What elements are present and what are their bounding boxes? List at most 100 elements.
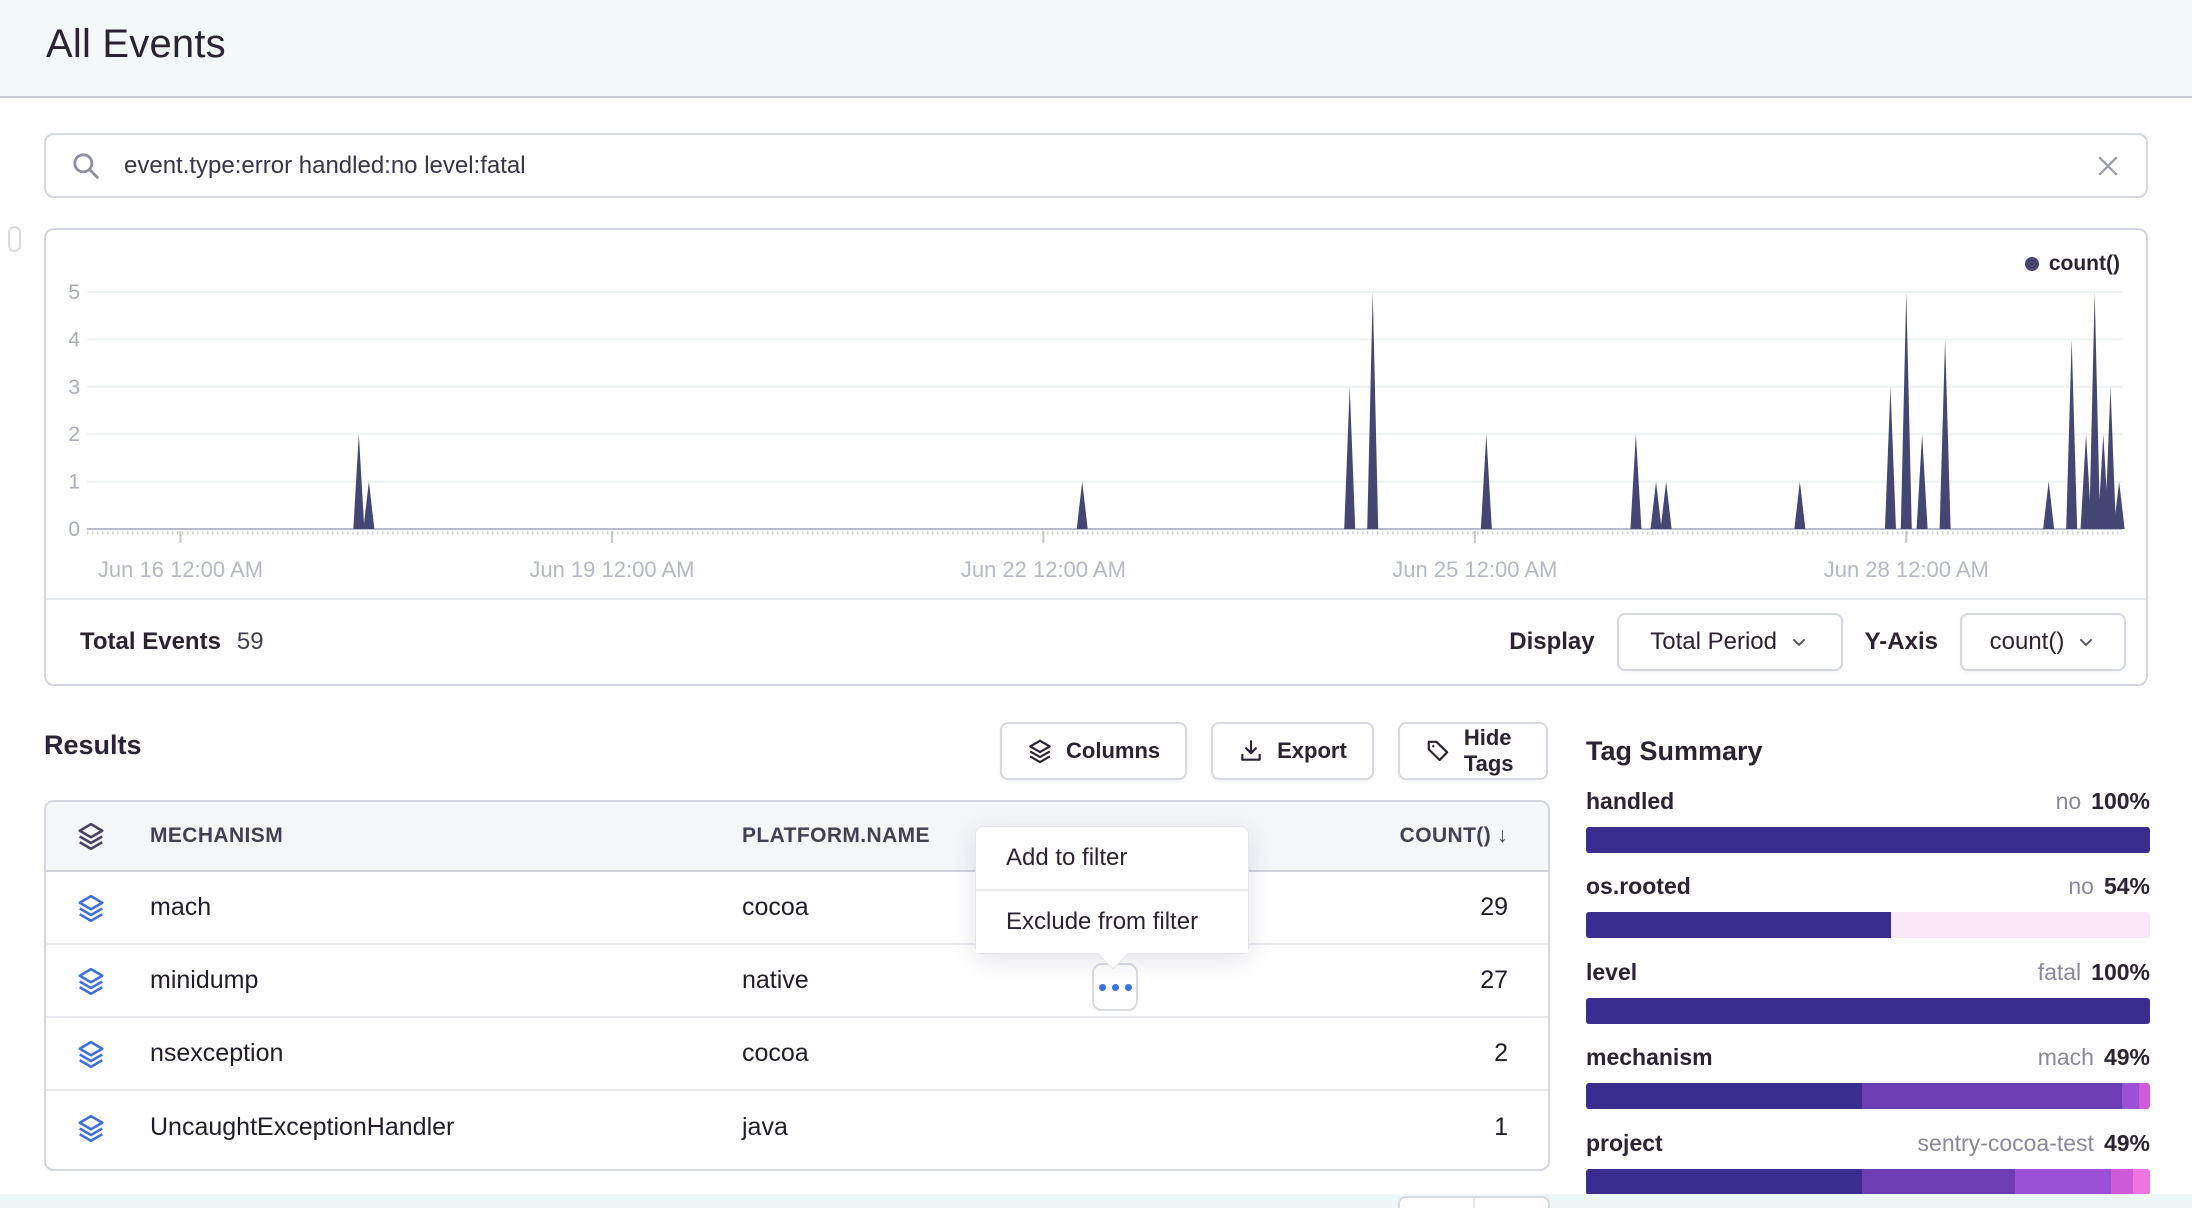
cell-mechanism[interactable]: nsexception <box>150 1039 742 1068</box>
tag-label-row: os.rooted no 54% <box>1586 873 2150 900</box>
search-bar[interactable]: event.type:error handled:no level:fatal <box>44 133 2148 198</box>
display-select[interactable]: Total Period <box>1617 613 1843 671</box>
table-row: nsexception cocoa 2 <box>46 1018 1548 1091</box>
tag-bar-segment[interactable] <box>2015 1169 2111 1195</box>
tag-summary-entry: os.rooted no 54% <box>1586 873 2150 938</box>
row-stack-icon <box>46 1113 150 1143</box>
table-row: mach cocoa 29 <box>46 872 1548 945</box>
table-row: UncaughtExceptionHandler java 1 <box>46 1091 1548 1164</box>
stack-icon <box>46 821 150 851</box>
columns-button[interactable]: Columns <box>1000 722 1187 780</box>
tag-bar-segment[interactable] <box>1586 912 1891 938</box>
cell-platform[interactable]: java <box>742 1113 1102 1142</box>
results-heading: Results <box>44 730 142 761</box>
chevron-down-icon <box>2076 632 2096 652</box>
display-select-value: Total Period <box>1650 628 1777 656</box>
results-toolbar: Columns Export Hide Tags <box>1000 722 1548 780</box>
yaxis-select-value: count() <box>1990 628 2065 656</box>
tag-distribution-bar <box>1586 1169 2150 1195</box>
download-icon <box>1238 738 1264 764</box>
display-label: Display <box>1509 628 1594 656</box>
y-axis-tick-label: 4 <box>68 328 80 351</box>
chart-controls: Display Total Period Y-Axis count() <box>1509 613 2126 671</box>
tag-bar-remainder[interactable] <box>1891 912 2150 938</box>
cell-mechanism[interactable]: mach <box>150 893 742 922</box>
tag-bar-segment[interactable] <box>1862 1169 2014 1195</box>
chevron-down-icon <box>1789 632 1809 652</box>
event-count-spike <box>1367 292 1378 529</box>
tag-label-row: mechanism mach 49% <box>1586 1044 2150 1071</box>
pagination-buttons[interactable] <box>1398 1196 1550 1208</box>
stack-icon <box>76 1113 106 1143</box>
tag-top-value-group: no 100% <box>2056 788 2150 815</box>
results-table: MECHANISM PLATFORM.NAME COUNT()↓ mach co… <box>44 800 1550 1171</box>
panel-drag-handle[interactable] <box>8 226 21 252</box>
tag-bar-segment[interactable] <box>2133 1169 2150 1195</box>
x-axis-tick-label: Jun 28 12:00 AM <box>1824 557 1989 582</box>
x-axis-tick-label: Jun 16 12:00 AM <box>98 557 263 582</box>
page-bottom-strip <box>0 1194 2192 1208</box>
cell-actions-button[interactable] <box>1092 963 1138 1011</box>
total-events-label: Total Events <box>80 628 221 656</box>
export-button[interactable]: Export <box>1211 722 1374 780</box>
cell-mechanism[interactable]: minidump <box>150 966 742 995</box>
tag-bar-segment[interactable] <box>1586 827 2150 853</box>
yaxis-select[interactable]: count() <box>1960 613 2126 671</box>
cell-platform[interactable]: cocoa <box>742 1039 1102 1068</box>
cell-count[interactable]: 27 <box>1102 966 1548 995</box>
stack-icon <box>76 966 106 996</box>
tag-top-value-group: mach 49% <box>2038 1044 2150 1071</box>
event-count-spike <box>2114 482 2125 529</box>
event-count-spike <box>363 482 374 529</box>
tag-bar-segment[interactable] <box>2111 1169 2134 1195</box>
layers-icon <box>1027 738 1053 764</box>
previous-page-button[interactable] <box>1400 1198 1475 1208</box>
tag-bar-segment[interactable] <box>1862 1083 2121 1109</box>
tag-summary-heading: Tag Summary <box>1586 736 1763 767</box>
x-axis-tick-label: Jun 19 12:00 AM <box>529 557 694 582</box>
y-axis-tick-label: 0 <box>68 518 80 541</box>
cell-context-menu: Add to filter Exclude from filter <box>975 826 1249 954</box>
tag-bar-segment[interactable] <box>2122 1083 2139 1109</box>
tag-top-value: fatal <box>2038 959 2081 986</box>
tag-top-value: sentry-cocoa-test <box>1918 1130 2094 1157</box>
cell-mechanism[interactable]: UncaughtExceptionHandler <box>150 1113 742 1142</box>
tag-name: project <box>1586 1130 1663 1157</box>
tag-bar-segment[interactable] <box>1586 1169 1862 1195</box>
search-input[interactable]: event.type:error handled:no level:fatal <box>124 152 2094 180</box>
chart-legend[interactable]: count() <box>2025 252 2120 276</box>
tag-bar-segment[interactable] <box>1586 998 2150 1024</box>
dot <box>1112 984 1119 991</box>
hide-tags-button-label: Hide Tags <box>1464 725 1521 777</box>
tag-top-percent: 54% <box>2104 873 2150 900</box>
cell-count[interactable]: 2 <box>1102 1039 1548 1068</box>
hide-tags-button[interactable]: Hide Tags <box>1398 722 1548 780</box>
stack-icon <box>76 1039 106 1069</box>
tag-distribution-bar <box>1586 912 2150 938</box>
event-count-spike <box>1794 482 1805 529</box>
tag-name: mechanism <box>1586 1044 1713 1071</box>
menu-item-add-to-filter[interactable]: Add to filter <box>976 827 1248 889</box>
tag-top-value-group: fatal 100% <box>2038 959 2150 986</box>
cell-count[interactable]: 1 <box>1102 1113 1548 1142</box>
tag-top-value: no <box>2056 788 2082 815</box>
event-count-spike <box>2043 482 2054 529</box>
tag-summary-entry: level fatal 100% <box>1586 959 2150 1024</box>
chart-footer: Total Events 59 Display Total Period Y-A… <box>46 598 2146 684</box>
clear-search-icon[interactable] <box>2094 152 2122 180</box>
tag-top-percent: 49% <box>2104 1130 2150 1157</box>
column-header-mechanism[interactable]: MECHANISM <box>150 824 742 848</box>
discover-all-events-page: All Events event.type:error handled:no l… <box>0 0 2192 1208</box>
event-count-spike <box>2105 387 2116 529</box>
tag-bar-segment[interactable] <box>2139 1083 2150 1109</box>
export-button-label: Export <box>1277 738 1347 764</box>
row-stack-icon <box>46 893 150 923</box>
event-count-spike <box>1077 482 1088 529</box>
tag-distribution-bar <box>1586 827 2150 853</box>
x-axis-tick-label: Jun 22 12:00 AM <box>961 557 1126 582</box>
next-page-button[interactable] <box>1475 1198 1548 1208</box>
y-axis-tick-label: 2 <box>68 423 80 446</box>
tag-bar-segment[interactable] <box>1586 1083 1862 1109</box>
cell-platform[interactable]: native <box>742 966 1102 995</box>
search-icon <box>70 150 102 182</box>
